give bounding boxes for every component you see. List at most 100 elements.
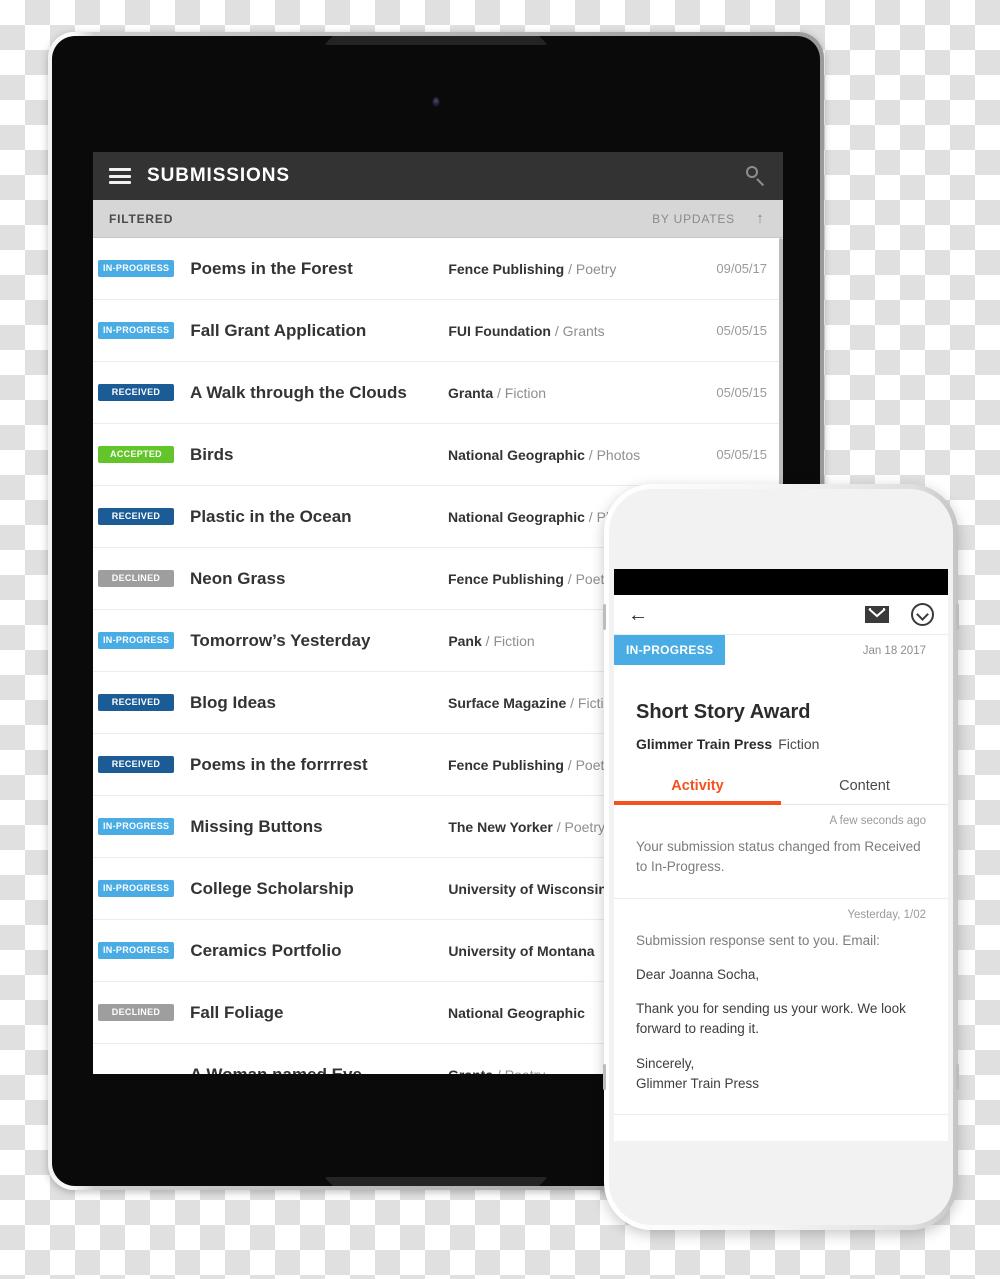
- status-badge: DECLINED: [98, 570, 174, 587]
- tablet-speaker-top: [324, 36, 548, 45]
- hamburger-line: [109, 181, 131, 184]
- submission-publisher: Granta: [448, 1067, 493, 1075]
- submission-detail-header: IN-PROGRESS Jan 18 2017 Short Story Awar…: [614, 635, 948, 752]
- hamburger-icon[interactable]: [109, 168, 131, 184]
- submission-publisher-category: National Geographic / Photos: [448, 447, 716, 463]
- filter-bar: FILTERED BY UPDATES ↑: [93, 200, 783, 238]
- status-badge: IN-PROGRESS: [98, 818, 175, 835]
- submission-title: Birds: [190, 444, 234, 464]
- sort-direction-icon[interactable]: ↑: [753, 211, 767, 226]
- search-handle: [756, 178, 765, 187]
- sort-label[interactable]: BY UPDATES: [652, 212, 735, 226]
- status-badge: [98, 1066, 174, 1074]
- submission-row[interactable]: IN-PROGRESS Fall Grant Application FUI Fou…: [93, 300, 783, 362]
- detail-title: Short Story Award: [636, 701, 811, 723]
- activity-timestamp: Yesterday, 1/02: [847, 908, 926, 921]
- activity-list: A few seconds ago Your submission status …: [614, 805, 948, 1115]
- status-badge: RECEIVED: [98, 384, 174, 401]
- submission-publisher: Surface Magazine: [448, 694, 567, 711]
- submission-row[interactable]: RECEIVED A Walk through the Clouds Granta …: [93, 362, 783, 424]
- app-header: SUBMISSIONS: [93, 152, 783, 200]
- submission-title: A Walk through the Clouds: [190, 382, 407, 402]
- submission-publisher: National Geographic: [448, 446, 585, 463]
- activity-line: Thank you for sending us your work. We l…: [636, 1001, 906, 1037]
- search-icon[interactable]: [745, 165, 767, 187]
- submission-title: A Woman named Eve: [190, 1064, 362, 1075]
- envelope-icon[interactable]: [865, 606, 889, 623]
- phone-nav-bar: ←: [614, 595, 948, 635]
- phone-button-left-lower[interactable]: [603, 1064, 606, 1090]
- submission-category: / Fiction: [493, 384, 547, 401]
- activity-item: Yesterday, 1/02 Submission response sent …: [614, 899, 948, 1115]
- submission-publisher: Granta: [448, 384, 494, 401]
- submission-category: / Fiction: [481, 632, 535, 649]
- submission-row[interactable]: ACCEPTED Birds National Geographic / Photo…: [93, 424, 783, 486]
- submission-category: / Grants: [550, 322, 605, 339]
- activity-line: Submission response sent to you. Email:: [636, 932, 880, 948]
- activity-line: Your submission status changed from Rece…: [636, 839, 921, 875]
- submission-publisher: University of Montana: [448, 942, 595, 959]
- submission-publisher: The New Yorker: [448, 818, 553, 835]
- status-badge: IN-PROGRESS: [98, 322, 175, 339]
- envelope-flap: [868, 608, 886, 618]
- activity-body: Your submission status changed from Rece…: [636, 837, 926, 878]
- activity-line: Dear Joanna Socha,: [636, 966, 760, 982]
- back-arrow-icon[interactable]: ←: [628, 605, 865, 625]
- detail-publisher-line: Glimmer Train Press Fiction: [636, 736, 926, 752]
- submission-row[interactable]: IN-PROGRESS Poems in the Forest Fence Publ…: [93, 238, 783, 300]
- submission-category: / Poetry: [493, 1067, 545, 1075]
- submission-publisher-category: FUI Foundation / Grants: [448, 323, 716, 339]
- submission-publisher: Pank: [448, 632, 482, 649]
- chevron-down-circle-icon[interactable]: [911, 603, 934, 626]
- phone-device: ← IN-PROGRESS Jan 18 2017 Short Story Aw…: [603, 484, 959, 1230]
- submission-title: College Scholarship: [190, 878, 354, 898]
- submission-category: / Poetry: [552, 818, 605, 835]
- submission-title: Poems in the Forest: [190, 258, 353, 278]
- filter-label[interactable]: FILTERED: [109, 212, 652, 226]
- page-title: SUBMISSIONS: [147, 165, 290, 186]
- status-badge: IN-PROGRESS: [98, 880, 175, 897]
- tab-activity[interactable]: Activity: [614, 770, 781, 805]
- submission-date: 05/05/15: [716, 447, 767, 462]
- submission-title: Neon Grass: [190, 568, 286, 588]
- phone-button-right-lower[interactable]: [956, 1064, 959, 1090]
- submission-publisher: University of Wisconsin: [448, 880, 607, 897]
- submission-title: Plastic in the Ocean: [190, 506, 352, 526]
- submission-title: Fall Foliage: [190, 1002, 284, 1022]
- submission-publisher: Fence Publishing: [448, 756, 564, 773]
- detail-date: Jan 18 2017: [862, 645, 926, 657]
- submission-detail-screen: ← IN-PROGRESS Jan 18 2017 Short Story Aw…: [614, 569, 948, 1141]
- detail-publisher: Glimmer Train Press: [636, 736, 773, 752]
- search-lens: [746, 166, 758, 178]
- detail-tabs[interactable]: Activity Content: [614, 770, 948, 805]
- phone-button-left-upper[interactable]: [603, 604, 606, 630]
- activity-timestamp: A few seconds ago: [829, 815, 926, 827]
- tab-content[interactable]: Content: [781, 770, 948, 804]
- submission-publisher: Fence Publishing: [448, 570, 564, 587]
- phone-button-right-upper[interactable]: [956, 604, 959, 630]
- status-badge: RECEIVED: [98, 756, 174, 773]
- submission-publisher: Fence Publishing: [448, 260, 565, 277]
- status-badge: IN-PROGRESS: [98, 260, 175, 277]
- hamburger-line: [109, 174, 131, 178]
- activity-line: Sincerely,: [636, 1055, 695, 1071]
- submission-date: 05/05/15: [716, 385, 767, 400]
- status-badge: RECEIVED: [98, 508, 174, 525]
- submission-category: / Poetry: [564, 260, 617, 277]
- submission-title: Blog Ideas: [190, 692, 276, 712]
- tablet-front-camera: [432, 97, 440, 107]
- hamburger-line: [109, 168, 131, 171]
- submission-date: 09/05/17: [716, 261, 767, 276]
- submission-publisher: National Geographic: [448, 1004, 585, 1021]
- status-badge: RECEIVED: [98, 694, 174, 711]
- submission-title: Missing Buttons: [190, 816, 323, 836]
- status-badge: ACCEPTED: [98, 446, 174, 463]
- submission-publisher: FUI Foundation: [448, 322, 551, 339]
- phone-status-bar: [614, 569, 948, 595]
- detail-category: Fiction: [778, 736, 820, 752]
- submission-date: 05/05/15: [716, 323, 767, 338]
- activity-body: Submission response sent to you. Email: D…: [636, 931, 926, 1095]
- status-badge: DECLINED: [98, 1004, 174, 1021]
- status-badge: IN-PROGRESS: [614, 635, 726, 665]
- activity-item: A few seconds ago Your submission status …: [614, 805, 948, 899]
